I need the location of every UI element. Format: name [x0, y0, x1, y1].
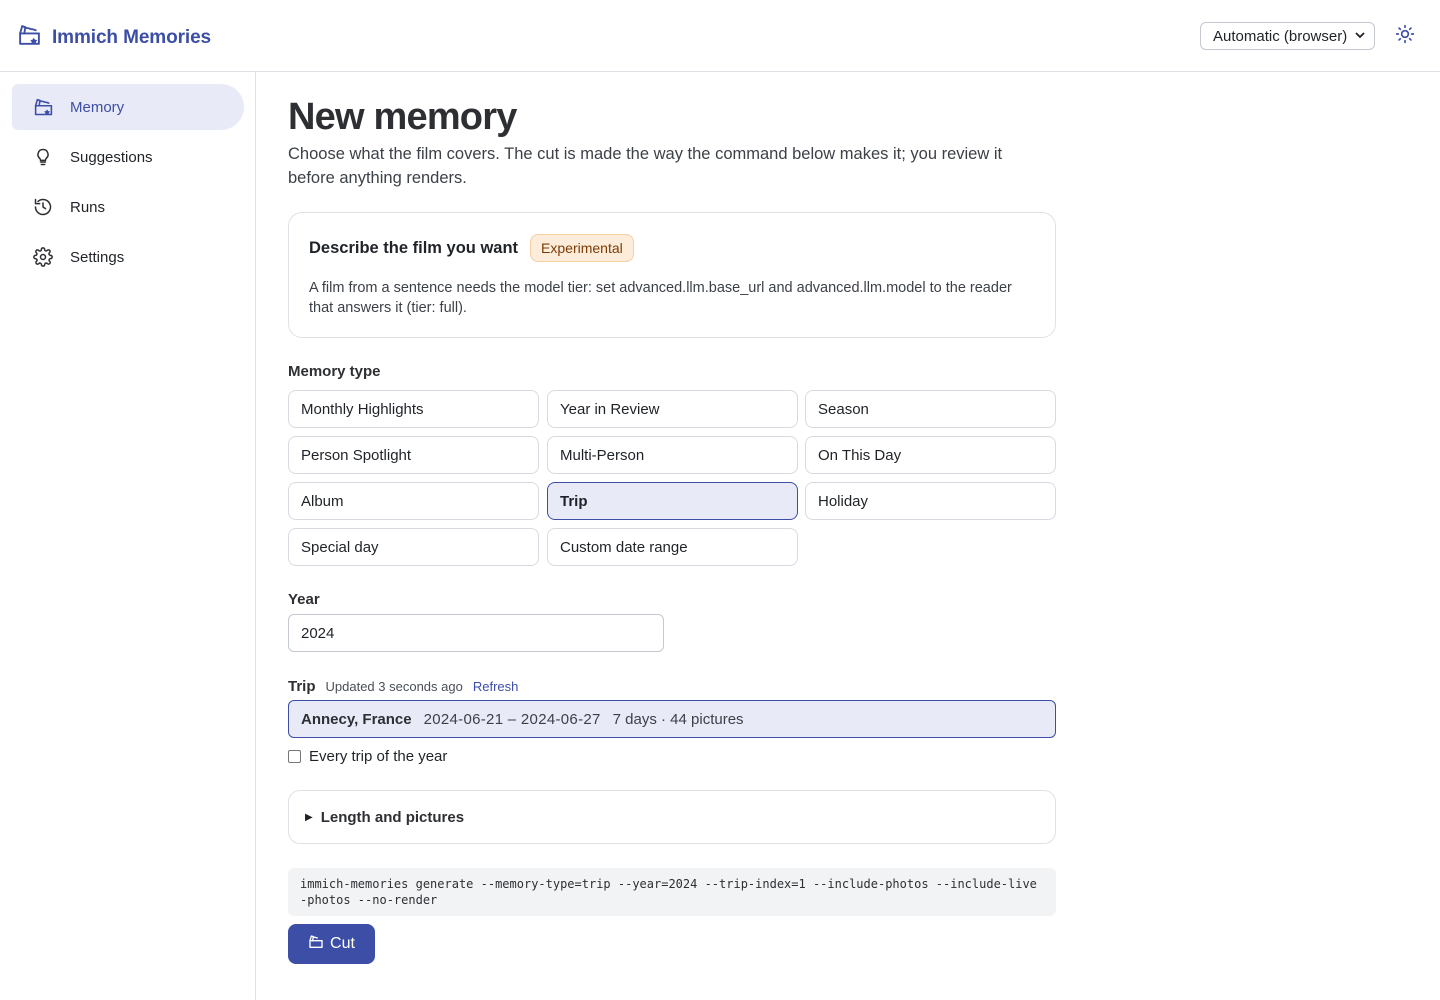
memory-type-trip[interactable]: Trip: [547, 482, 798, 520]
every-trip-label: Every trip of the year: [309, 748, 448, 765]
sidebar-item-label: Settings: [70, 248, 125, 266]
trip-label: Trip: [288, 678, 316, 695]
length-and-pictures-label: Length and pictures: [320, 808, 465, 826]
sun-icon: [1395, 24, 1415, 49]
page-description: Choose what the film covers. The cut is …: [288, 145, 1003, 187]
memory-type-on-this-day[interactable]: On This Day: [805, 436, 1056, 474]
gear-icon: [32, 246, 54, 268]
theme-toggle-button[interactable]: [1393, 24, 1417, 48]
trip-select[interactable]: Annecy, France 2024-06-21 – 2024-06-27 7…: [288, 700, 1056, 738]
memory-type-album[interactable]: Album: [288, 482, 539, 520]
trip-name: Annecy, France: [301, 710, 412, 728]
every-trip-option[interactable]: Every trip of the year: [288, 748, 447, 765]
page-title: New memory: [288, 96, 517, 138]
sidebar-item-memory[interactable]: Memory: [12, 84, 244, 130]
sidebar-item-suggestions[interactable]: Suggestions: [12, 134, 244, 180]
sidebar-item-label: Memory: [70, 98, 125, 116]
sidebar-item-runs[interactable]: Runs: [12, 184, 244, 230]
top-bar: Immich Memories Automatic (browser): [0, 0, 1440, 72]
length-and-pictures-toggle[interactable]: ▶ Length and pictures: [288, 790, 1056, 844]
film-clapper-icon: [17, 23, 42, 53]
memory-type-multi-person[interactable]: Multi-Person: [547, 436, 798, 474]
trip-updated-text: Updated 3 seconds ago: [325, 679, 463, 694]
memory-type-special-day[interactable]: Special day: [288, 528, 539, 566]
theme-select-value: Automatic (browser): [1213, 27, 1348, 45]
trip-meta: 7 days · 44 pictures: [612, 710, 744, 728]
caret-right-icon: ▶: [305, 811, 313, 823]
every-trip-checkbox[interactable]: [288, 750, 301, 763]
year-label: Year: [288, 591, 320, 608]
sidebar-item-settings[interactable]: Settings: [12, 234, 244, 280]
refresh-link[interactable]: Refresh: [473, 679, 519, 694]
sidebar-item-label: Runs: [70, 198, 106, 216]
app-title: Immich Memories: [52, 27, 211, 48]
brand[interactable]: Immich Memories: [17, 23, 211, 53]
card-text: A film from a sentence needs the model t…: [309, 280, 1012, 316]
cut-button[interactable]: Cut: [288, 924, 375, 964]
memory-type-person-spotlight[interactable]: Person Spotlight: [288, 436, 539, 474]
memory-type-year-in-review[interactable]: Year in Review: [547, 390, 798, 428]
film-clapper-icon: [32, 96, 54, 118]
trip-dates: 2024-06-21 – 2024-06-27: [423, 710, 601, 728]
command-preview: immich-memories generate --memory-type=t…: [288, 868, 1056, 916]
memory-type-season[interactable]: Season: [805, 390, 1056, 428]
theme-select[interactable]: Automatic (browser): [1200, 22, 1375, 50]
sidebar: Memory Suggestions Runs Settings: [0, 72, 256, 1000]
describe-film-card: Describe the film you want Experimental …: [288, 212, 1056, 338]
status-badge: Experimental: [530, 234, 634, 262]
memory-type-custom-date-range[interactable]: Custom date range: [547, 528, 798, 566]
sidebar-item-label: Suggestions: [70, 148, 153, 166]
cut-icon: [308, 934, 324, 955]
memory-type-monthly-highlights[interactable]: Monthly Highlights: [288, 390, 539, 428]
memory-type-holiday[interactable]: Holiday: [805, 482, 1056, 520]
history-icon: [32, 196, 54, 218]
card-title: Describe the film you want: [309, 238, 519, 257]
trip-header: Trip Updated 3 seconds ago Refresh: [288, 678, 518, 695]
memory-type-label: Memory type: [288, 363, 381, 380]
lightbulb-icon: [32, 146, 54, 168]
year-input[interactable]: 2024: [288, 614, 664, 652]
chevron-down-icon: [1354, 29, 1366, 44]
cut-button-label: Cut: [330, 935, 355, 952]
